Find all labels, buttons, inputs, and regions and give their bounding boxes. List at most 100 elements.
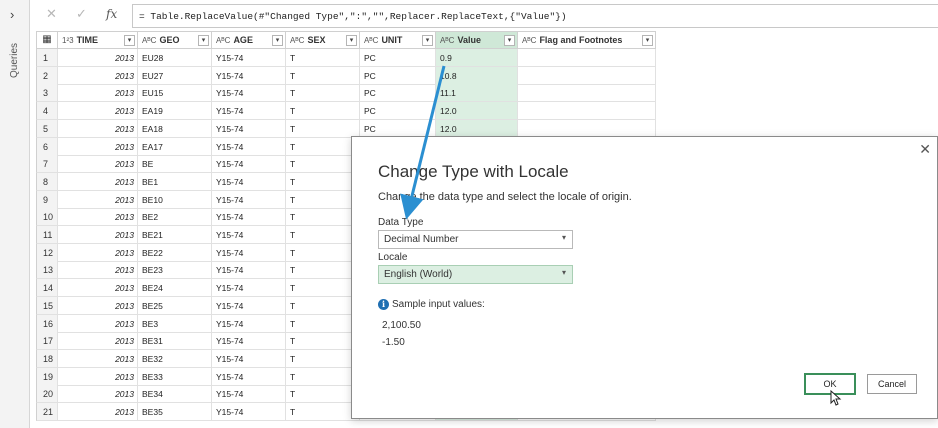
- table-cell[interactable]: EU28: [138, 49, 212, 67]
- row-number[interactable]: 13: [36, 261, 58, 280]
- table-cell[interactable]: BE1: [138, 172, 212, 191]
- table-cell[interactable]: T: [286, 84, 360, 103]
- table-cell[interactable]: T: [286, 385, 360, 404]
- table-cell[interactable]: [518, 49, 656, 67]
- table-cell[interactable]: 2013: [58, 137, 138, 156]
- table-cell[interactable]: T: [286, 172, 360, 191]
- table-cell[interactable]: PC: [360, 66, 436, 85]
- table-cell[interactable]: 2013: [58, 403, 138, 421]
- table-cell[interactable]: Y15-74: [212, 49, 286, 67]
- table-cell[interactable]: EA17: [138, 137, 212, 156]
- table-cell[interactable]: 2013: [58, 243, 138, 262]
- column-type-icon[interactable]: 1²3: [62, 36, 74, 45]
- table-cell[interactable]: Y15-74: [212, 226, 286, 244]
- table-cell[interactable]: T: [286, 367, 360, 386]
- fx-icon[interactable]: fx: [106, 7, 117, 21]
- column-type-icon[interactable]: AᴮC: [522, 36, 536, 45]
- row-number[interactable]: 18: [36, 349, 58, 368]
- table-cell[interactable]: BE21: [138, 226, 212, 244]
- column-header-sex[interactable]: AᴮC SEX ▾: [286, 31, 360, 49]
- column-type-icon[interactable]: AᴮC: [440, 36, 454, 45]
- table-cell[interactable]: 2013: [58, 84, 138, 103]
- table-cell[interactable]: [518, 84, 656, 103]
- table-cell[interactable]: Y15-74: [212, 279, 286, 298]
- column-filter-dropdown-icon[interactable]: ▾: [504, 35, 515, 46]
- table-cell[interactable]: Y15-74: [212, 208, 286, 227]
- table-cell[interactable]: 2013: [58, 190, 138, 209]
- table-cell[interactable]: 2013: [58, 367, 138, 386]
- table-cell[interactable]: T: [286, 403, 360, 421]
- table-cell[interactable]: Y15-74: [212, 119, 286, 138]
- column-filter-dropdown-icon[interactable]: ▾: [198, 35, 209, 46]
- table-cell[interactable]: EU15: [138, 84, 212, 103]
- table-cell[interactable]: BE23: [138, 261, 212, 280]
- row-number[interactable]: 9: [36, 190, 58, 209]
- table-cell[interactable]: PC: [360, 84, 436, 103]
- table-cell[interactable]: PC: [360, 49, 436, 67]
- table-cell[interactable]: T: [286, 190, 360, 209]
- column-type-icon[interactable]: AᴮC: [216, 36, 230, 45]
- table-cell[interactable]: BE34: [138, 385, 212, 404]
- table-cell[interactable]: Y15-74: [212, 261, 286, 280]
- table-cell[interactable]: Y15-74: [212, 314, 286, 333]
- table-cell[interactable]: 0.9: [436, 49, 518, 67]
- row-number[interactable]: 20: [36, 385, 58, 404]
- table-cell[interactable]: T: [286, 49, 360, 67]
- column-filter-dropdown-icon[interactable]: ▾: [124, 35, 135, 46]
- table-cell[interactable]: T: [286, 349, 360, 368]
- table-cell[interactable]: BE24: [138, 279, 212, 298]
- table-cell[interactable]: 2013: [58, 119, 138, 138]
- table-cell[interactable]: BE33: [138, 367, 212, 386]
- table-cell[interactable]: BE25: [138, 296, 212, 315]
- row-number[interactable]: 21: [36, 403, 58, 421]
- table-cell[interactable]: 2013: [58, 296, 138, 315]
- table-cell[interactable]: Y15-74: [212, 155, 286, 174]
- table-cell[interactable]: 2013: [58, 172, 138, 191]
- table-cell[interactable]: T: [286, 102, 360, 121]
- row-number[interactable]: 12: [36, 243, 58, 262]
- table-cell[interactable]: Y15-74: [212, 385, 286, 404]
- table-cell[interactable]: Y15-74: [212, 243, 286, 262]
- row-number[interactable]: 10: [36, 208, 58, 227]
- table-cell[interactable]: 10.8: [436, 66, 518, 85]
- table-cell[interactable]: Y15-74: [212, 349, 286, 368]
- commit-formula-icon[interactable]: ✓: [76, 6, 87, 22]
- table-cell[interactable]: EU27: [138, 66, 212, 85]
- table-cell[interactable]: 2013: [58, 261, 138, 280]
- table-cell[interactable]: T: [286, 155, 360, 174]
- table-cell[interactable]: Y15-74: [212, 66, 286, 85]
- close-icon[interactable]: ✕: [919, 141, 931, 158]
- table-cell[interactable]: 2013: [58, 49, 138, 67]
- table-cell[interactable]: 2013: [58, 226, 138, 244]
- table-cell[interactable]: T: [286, 279, 360, 298]
- table-cell[interactable]: Y15-74: [212, 403, 286, 421]
- table-corner-icon[interactable]: ▦: [36, 31, 58, 49]
- row-number[interactable]: 15: [36, 296, 58, 315]
- row-number[interactable]: 4: [36, 102, 58, 121]
- table-cell[interactable]: Y15-74: [212, 102, 286, 121]
- table-cell[interactable]: 2013: [58, 102, 138, 121]
- table-cell[interactable]: Y15-74: [212, 296, 286, 315]
- table-cell[interactable]: BE22: [138, 243, 212, 262]
- locale-select[interactable]: English (World) ▾: [378, 265, 573, 284]
- table-cell[interactable]: BE31: [138, 332, 212, 351]
- column-header-geo[interactable]: AᴮC GEO ▾: [138, 31, 212, 49]
- row-number[interactable]: 8: [36, 172, 58, 191]
- table-cell[interactable]: Y15-74: [212, 137, 286, 156]
- table-cell[interactable]: BE10: [138, 190, 212, 209]
- table-cell[interactable]: BE32: [138, 349, 212, 368]
- table-cell[interactable]: 11.1: [436, 84, 518, 103]
- table-cell[interactable]: T: [286, 137, 360, 156]
- row-number[interactable]: 7: [36, 155, 58, 174]
- column-type-icon[interactable]: AᴮC: [142, 36, 156, 45]
- table-cell[interactable]: BE2: [138, 208, 212, 227]
- column-filter-dropdown-icon[interactable]: ▾: [642, 35, 653, 46]
- column-filter-dropdown-icon[interactable]: ▾: [422, 35, 433, 46]
- data-type-select[interactable]: Decimal Number ▾: [378, 230, 573, 249]
- column-filter-dropdown-icon[interactable]: ▾: [272, 35, 283, 46]
- row-number[interactable]: 19: [36, 367, 58, 386]
- formula-input[interactable]: = Table.ReplaceValue(#"Changed Type",":"…: [132, 4, 938, 28]
- column-header-age[interactable]: AᴮC AGE ▾: [212, 31, 286, 49]
- table-cell[interactable]: Y15-74: [212, 332, 286, 351]
- table-cell[interactable]: 12.0: [436, 102, 518, 121]
